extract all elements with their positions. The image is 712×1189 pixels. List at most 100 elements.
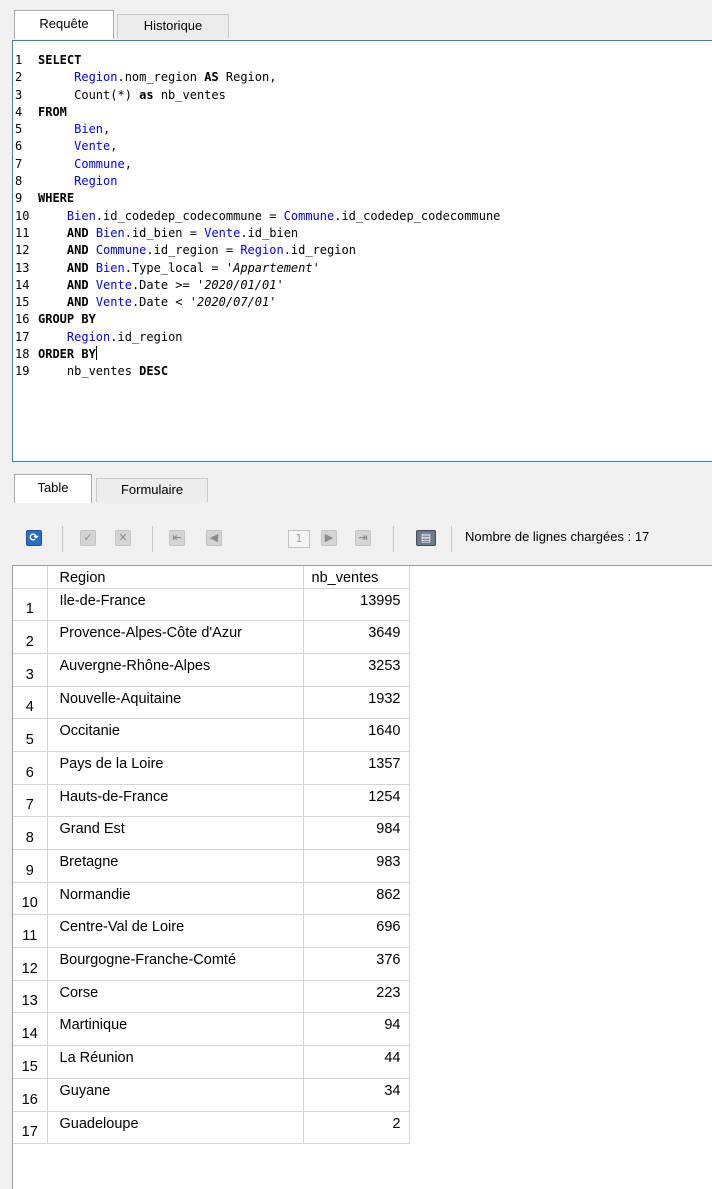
table-row[interactable]: 2 Provence-Alpes-Côte d'Azur 3649 [13,620,410,654]
nb-ventes-cell[interactable]: 862 [303,882,410,916]
table-row[interactable]: 5 Occitanie 1640 [13,718,410,752]
nb-ventes-cell[interactable]: 2 [303,1111,410,1145]
code-line[interactable]: 2 Region.nom_region AS Region, [13,69,712,86]
region-cell[interactable]: Nouvelle-Aquitaine [47,686,304,720]
tab-requete[interactable]: Requête [14,10,114,39]
cancel-icon[interactable]: ✕ [115,530,131,546]
table-row[interactable]: 16 Guyane 34 [13,1078,410,1112]
code-token: Commune [283,208,335,223]
code-line[interactable]: 15 AND Vente.Date < '2020/07/01' [13,294,712,311]
code-line[interactable]: 11 AND Bien.id_bien = Vente.id_bien [13,225,712,242]
code-line[interactable]: 17 Region.id_region [13,329,712,346]
region-cell[interactable]: Guyane [47,1078,304,1112]
code-token: .Date < [131,295,190,310]
code-line[interactable]: 18 ORDER BY [13,346,712,363]
code-token: AND [66,295,89,310]
table-row[interactable]: 11 Centre-Val de Loire 696 [13,914,410,949]
table-row[interactable]: 10 Normandie 862 [13,882,410,916]
table-row[interactable]: 12 Bourgogne-Franche-Comté 376 [13,947,410,981]
code-line[interactable]: 12 AND Commune.id_region = Region.id_reg… [13,242,712,259]
tab-historique[interactable]: Historique [117,14,229,38]
code-token: Region [74,174,118,189]
column-header-nb-ventes[interactable]: nb_ventes [303,566,410,589]
nb-ventes-cell[interactable]: 696 [303,914,410,949]
region-cell[interactable]: Bretagne [47,849,304,883]
table-row[interactable]: 9 Bretagne 983 [13,849,410,883]
region-cell[interactable]: Hauts-de-France [47,784,304,818]
code-line[interactable]: 4 FROM [13,104,712,121]
table-row[interactable]: 14 Martinique 94 [13,1012,410,1047]
nb-ventes-cell[interactable]: 1932 [303,686,410,720]
table-row[interactable]: 6 Pays de la Loire 1357 [13,751,410,785]
code-line[interactable]: 1 SELECT [13,52,712,69]
code-line[interactable]: 9 WHERE [13,190,712,207]
table-row[interactable]: 8 Grand Est 984 [13,816,410,850]
tab-table[interactable]: Table [14,474,92,503]
result-grid[interactable]: Region nb_ventes 1 Ile-de-France 13995 2 Pro… [12,565,712,1189]
print-icon[interactable]: ▤ [416,530,436,546]
tab-formulaire[interactable]: Formulaire [96,478,208,502]
code-token: .id_codedep_codecommune [334,208,501,223]
code-line[interactable]: 8 Region [13,173,712,190]
nb-ventes-cell[interactable]: 1640 [303,718,410,752]
table-row[interactable]: 15 La Réunion 44 [13,1045,410,1079]
table-row[interactable]: 13 Corse 223 [13,980,410,1014]
first-page-icon[interactable]: ⇤ [169,530,185,546]
table-row[interactable]: 4 Nouvelle-Aquitaine 1932 [13,686,410,720]
region-cell[interactable]: Grand Est [47,816,304,850]
nb-ventes-cell[interactable]: 3649 [303,620,410,654]
region-cell[interactable]: Occitanie [47,718,304,752]
code-line[interactable]: 10 Bien.id_codedep_codecommune = Commune… [13,208,712,225]
code-line[interactable]: 13 AND Bien.Type_local = 'Appartement' [13,260,712,277]
nb-ventes-cell[interactable]: 34 [303,1078,410,1112]
code-line[interactable]: 7 Commune, [13,156,712,173]
nb-ventes-cell[interactable]: 1254 [303,784,410,818]
code-token: Region [74,70,118,85]
nb-ventes-cell[interactable]: 1357 [303,751,410,785]
region-cell[interactable]: Centre-Val de Loire [47,914,304,949]
region-cell[interactable]: La Réunion [47,1045,304,1079]
nb-ventes-cell[interactable]: 983 [303,849,410,883]
code-line[interactable]: 16 GROUP BY [13,311,712,328]
code-line[interactable]: 6 Vente, [13,138,712,155]
text-caret [95,346,97,361]
region-cell[interactable]: Guadeloupe [47,1111,304,1145]
nb-ventes-cell[interactable]: 3253 [303,653,410,687]
code-line[interactable]: 5 Bien, [13,121,712,138]
row-number: 3 [13,653,48,687]
nb-ventes-cell[interactable]: 376 [303,947,410,981]
table-row[interactable]: 17 Guadeloupe 2 [13,1111,410,1145]
region-cell[interactable]: Martinique [47,1012,304,1047]
nb-ventes-cell[interactable]: 44 [303,1045,410,1079]
nb-ventes-cell[interactable]: 13995 [303,588,410,622]
refresh-icon[interactable]: ⟳ [26,530,42,546]
code-line[interactable]: 3 Count(*) as nb_ventes [13,87,712,104]
region-cell[interactable]: Auvergne-Rhône-Alpes [47,653,304,687]
table-row[interactable]: 7 Hauts-de-France 1254 [13,784,410,818]
page-number[interactable]: 1 [288,530,310,548]
apply-icon[interactable]: ✓ [80,530,96,546]
last-page-icon[interactable]: ⇥ [355,530,371,546]
column-header-region[interactable]: Region [47,566,304,589]
region-cell[interactable]: Ile-de-France [47,588,304,622]
region-cell[interactable]: Pays de la Loire [47,751,304,785]
code-line[interactable]: 19 nb_ventes DESC [13,363,712,380]
region-cell[interactable]: Normandie [47,882,304,916]
nb-ventes-cell[interactable]: 223 [303,980,410,1014]
nb-ventes-cell[interactable]: 94 [303,1012,410,1047]
code-token: Commune [95,243,147,258]
region-cell[interactable]: Provence-Alpes-Côte d'Azur [47,620,304,654]
table-row[interactable]: 3 Auvergne-Rhône-Alpes 3253 [13,653,410,687]
next-page-icon[interactable]: ▶ [321,530,337,546]
code-line[interactable]: 14 AND Vente.Date >= '2020/01/01' [13,277,712,294]
code-token: .id_region = [146,243,241,258]
table-row[interactable]: 1 Ile-de-France 13995 [13,588,410,622]
region-cell[interactable]: Bourgogne-Franche-Comté [47,947,304,981]
nb-ventes-cell[interactable]: 984 [303,816,410,850]
sql-editor[interactable]: 1 SELECT 2 Region.nom_region AS Region, 3 … [12,40,712,462]
region-cell[interactable]: Corse [47,980,304,1014]
previous-page-icon[interactable]: ◀ [206,530,222,546]
